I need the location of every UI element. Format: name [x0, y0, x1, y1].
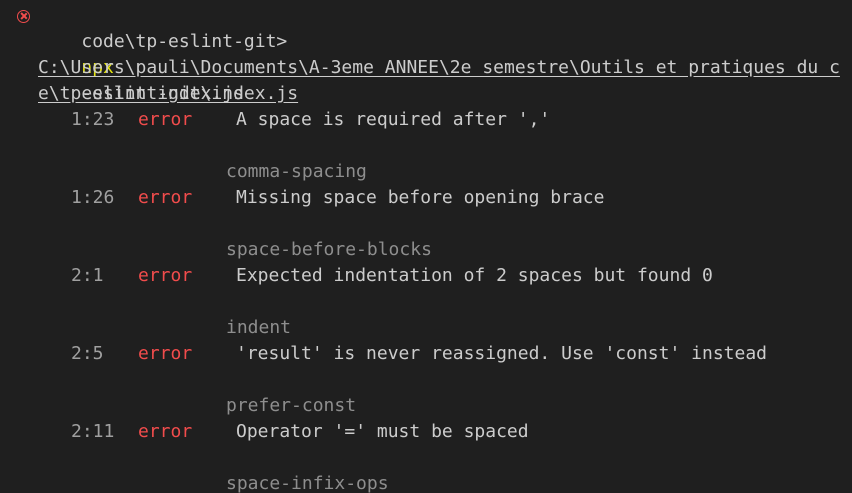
problem-position[interactable]: 1:23	[71, 107, 114, 133]
problem-severity: error	[138, 343, 193, 364]
problem-severity: error	[138, 187, 193, 208]
problem-position[interactable]: 1:26	[71, 185, 114, 211]
error-circle-icon[interactable]	[17, 10, 30, 23]
problem-rule[interactable]: comma-spacing	[226, 159, 367, 185]
problem-position[interactable]: 2:5	[71, 341, 104, 367]
problem-severity: error	[138, 109, 193, 130]
problem-message: 'result' is never reassigned. Use 'const…	[236, 343, 768, 364]
problem-position[interactable]: 2:1	[71, 263, 104, 289]
problem-severity: error	[138, 265, 193, 286]
problem-message: Operator '=' must be spaced	[236, 421, 529, 442]
prompt-path: code\tp-eslint-git>	[81, 31, 288, 52]
problem-rule[interactable]: prefer-const	[226, 393, 356, 419]
problem-message: Expected indentation of 2 spaces but fou…	[236, 265, 713, 286]
problem-rule[interactable]: space-before-blocks	[226, 237, 432, 263]
problem-message: Missing space before opening brace	[236, 187, 605, 208]
problem-rule[interactable]: indent	[226, 315, 291, 341]
problem-message: A space is required after ','	[236, 109, 551, 130]
file-path-link-line2[interactable]: e\tp-eslint-git\index.js	[38, 81, 298, 107]
problem-position[interactable]: 2:11	[71, 419, 114, 445]
file-path-link-line1[interactable]: C:\Users\pauli\Documents\A-3eme ANNEE\2e…	[38, 55, 840, 81]
problem-rule[interactable]: space-infix-ops	[226, 471, 389, 493]
prompt-line: code\tp-eslint-git> npx eslint index.js	[0, 3, 852, 104]
problem-severity: error	[138, 421, 193, 442]
